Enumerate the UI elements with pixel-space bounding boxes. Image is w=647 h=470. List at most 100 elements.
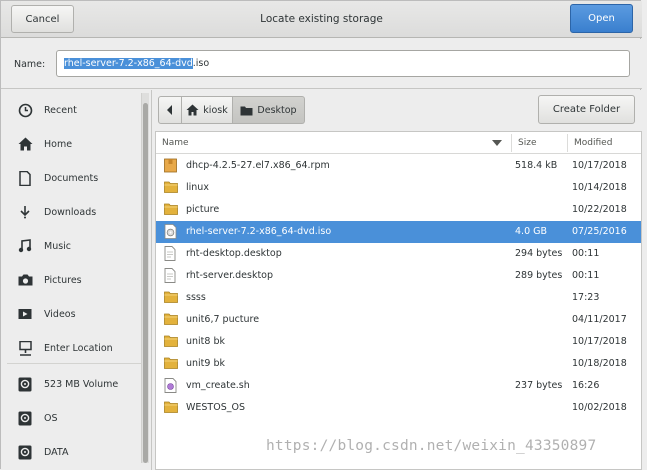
sidebar-item-label: Music xyxy=(44,240,72,252)
file-row[interactable]: unit9 bk 10/18/2018 xyxy=(156,353,641,375)
file-size: 518.4 kB xyxy=(515,160,558,171)
file-name: WESTOS_OS xyxy=(186,402,245,413)
open-button[interactable]: Open xyxy=(570,4,633,33)
sidebar-item-label: OS xyxy=(44,412,58,424)
sort-down-icon[interactable] xyxy=(492,140,502,146)
file-size: 237 bytes xyxy=(515,380,563,391)
column-separator[interactable] xyxy=(511,134,512,152)
name-input[interactable]: rhel-server-7.2-x86_64-dvd .iso xyxy=(56,50,630,77)
drive-icon xyxy=(17,410,33,426)
folder-icon xyxy=(164,334,178,350)
script-file-icon xyxy=(164,378,178,394)
watermark: https://blog.csdn.net/weixin_43350897 xyxy=(266,438,597,454)
file-chooser-dialog: Cancel Locate existing storage Open Name… xyxy=(0,0,642,470)
file-modified: 10/18/2018 xyxy=(572,358,627,369)
file-row[interactable]: unit6,7 pucture 04/11/2017 xyxy=(156,309,641,331)
sidebar-scrollbar[interactable] xyxy=(141,93,149,463)
sidebar-item-documents[interactable]: Documents xyxy=(1,161,141,195)
sidebar-item-os[interactable]: OS xyxy=(1,401,141,435)
video-icon xyxy=(17,306,33,322)
document-icon xyxy=(17,170,33,186)
sidebar-item-videos[interactable]: Videos xyxy=(1,297,141,331)
file-row[interactable]: ssss 17:23 xyxy=(156,287,641,309)
file-name: rht-desktop.desktop xyxy=(186,248,282,259)
file-row[interactable]: rht-server.desktop 289 bytes 00:11 xyxy=(156,265,641,287)
sidebar-item-data[interactable]: DATA xyxy=(1,435,141,469)
file-row[interactable]: dhcp-4.2.5-27.el7.x86_64.rpm 518.4 kB 10/1… xyxy=(156,155,641,177)
create-folder-button[interactable]: Create Folder xyxy=(538,95,635,124)
file-modified: 04/11/2017 xyxy=(572,314,627,325)
location-icon xyxy=(17,340,33,356)
places-sidebar: Recent Home Documents Downloads Music Picture… xyxy=(1,90,151,470)
sidebar-item-label: Downloads xyxy=(44,206,97,218)
column-separator[interactable] xyxy=(567,134,568,152)
file-name: dhcp-4.2.5-27.el7.x86_64.rpm xyxy=(186,160,330,171)
path-button-desktop-label: Desktop xyxy=(257,104,297,116)
header-bar: Cancel Locate existing storage Open xyxy=(1,1,642,38)
disc-image-icon xyxy=(164,224,178,240)
sidebar-item-home[interactable]: Home xyxy=(1,127,141,161)
file-modified: 07/25/2016 xyxy=(572,226,627,237)
file-row[interactable]: linux 10/14/2018 xyxy=(156,177,641,199)
file-size: 289 bytes xyxy=(515,270,563,281)
path-button-home[interactable]: kiosk xyxy=(182,96,233,124)
file-row[interactable]: unit8 bk 10/17/2018 xyxy=(156,331,641,353)
file-row[interactable]: rht-desktop.desktop 294 bytes 00:11 xyxy=(156,243,641,265)
file-modified: 10/14/2018 xyxy=(572,182,627,193)
sidebar-separator xyxy=(7,363,143,364)
column-size-header[interactable]: Size xyxy=(518,138,536,148)
sidebar-item-recent[interactable]: Recent xyxy=(1,93,141,127)
sidebar-item-label: DATA xyxy=(44,446,69,458)
folder-icon xyxy=(164,312,178,328)
chevron-left-icon xyxy=(167,105,172,115)
folder-icon xyxy=(164,356,178,372)
path-button-home-label: kiosk xyxy=(203,104,228,116)
file-row[interactable]: picture 10/22/2018 xyxy=(156,199,641,221)
file-name: rht-server.desktop xyxy=(186,270,274,281)
sidebar-item-label: Documents xyxy=(44,172,99,184)
column-name-header[interactable]: Name xyxy=(162,138,189,148)
file-modified: 16:26 xyxy=(572,380,600,391)
file-size: 294 bytes xyxy=(515,248,563,259)
sidebar-item-music[interactable]: Music xyxy=(1,229,141,263)
sidebar-item-label: Pictures xyxy=(44,274,82,286)
package-icon xyxy=(164,158,178,174)
file-size: 4.0 GB xyxy=(515,226,548,237)
file-row[interactable]: vm_create.sh 237 bytes 16:26 xyxy=(156,375,641,397)
file-name: unit9 bk xyxy=(186,358,226,369)
file-name: unit6,7 pucture xyxy=(186,314,260,325)
file-modified: 17:23 xyxy=(572,292,600,303)
file-name: linux xyxy=(186,182,209,193)
drive-icon xyxy=(17,444,33,460)
file-list: Name Size Modified dhcp-4.2.5-27.el7.x86… xyxy=(155,131,642,470)
text-file-icon xyxy=(164,246,178,262)
sidebar-scrollbar-thumb[interactable] xyxy=(143,103,148,463)
file-modified: 10/22/2018 xyxy=(572,204,627,215)
drive-icon xyxy=(17,376,33,392)
music-icon xyxy=(17,238,33,254)
sidebar-item-523-mb-volume[interactable]: 523 MB Volume xyxy=(1,367,141,401)
dialog-title: Locate existing storage xyxy=(260,13,383,25)
sidebar-item-label: Recent xyxy=(44,104,77,116)
file-modified: 10/17/2018 xyxy=(572,336,627,347)
column-modified-header[interactable]: Modified xyxy=(574,138,612,148)
file-name: rhel-server-7.2-x86_64-dvd.iso xyxy=(186,226,332,237)
file-name: picture xyxy=(186,204,220,215)
home-icon xyxy=(186,104,199,116)
name-row: Name: rhel-server-7.2-x86_64-dvd .iso xyxy=(1,39,642,89)
file-modified: 10/02/2018 xyxy=(572,402,627,413)
path-button-desktop[interactable]: Desktop xyxy=(233,96,305,124)
file-row[interactable]: rhel-server-7.2-x86_64-dvd.iso 4.0 GB 07/2… xyxy=(156,221,641,243)
sidebar-item-pictures[interactable]: Pictures xyxy=(1,263,141,297)
folder-icon xyxy=(240,106,253,115)
clock-icon xyxy=(17,102,33,118)
file-row[interactable]: WESTOS_OS 10/02/2018 xyxy=(156,397,641,419)
path-back-button[interactable] xyxy=(158,96,182,124)
sidebar-item-enter-location[interactable]: Enter Location xyxy=(1,331,141,365)
file-modified: 10/17/2018 xyxy=(572,160,627,171)
file-name: ssss xyxy=(186,292,206,303)
sidebar-item-downloads[interactable]: Downloads xyxy=(1,195,141,229)
sidebar-item-label: 523 MB Volume xyxy=(44,378,119,390)
name-input-selected-text: rhel-server-7.2-x86_64-dvd xyxy=(64,58,193,69)
file-list-header: Name Size Modified xyxy=(156,132,641,154)
